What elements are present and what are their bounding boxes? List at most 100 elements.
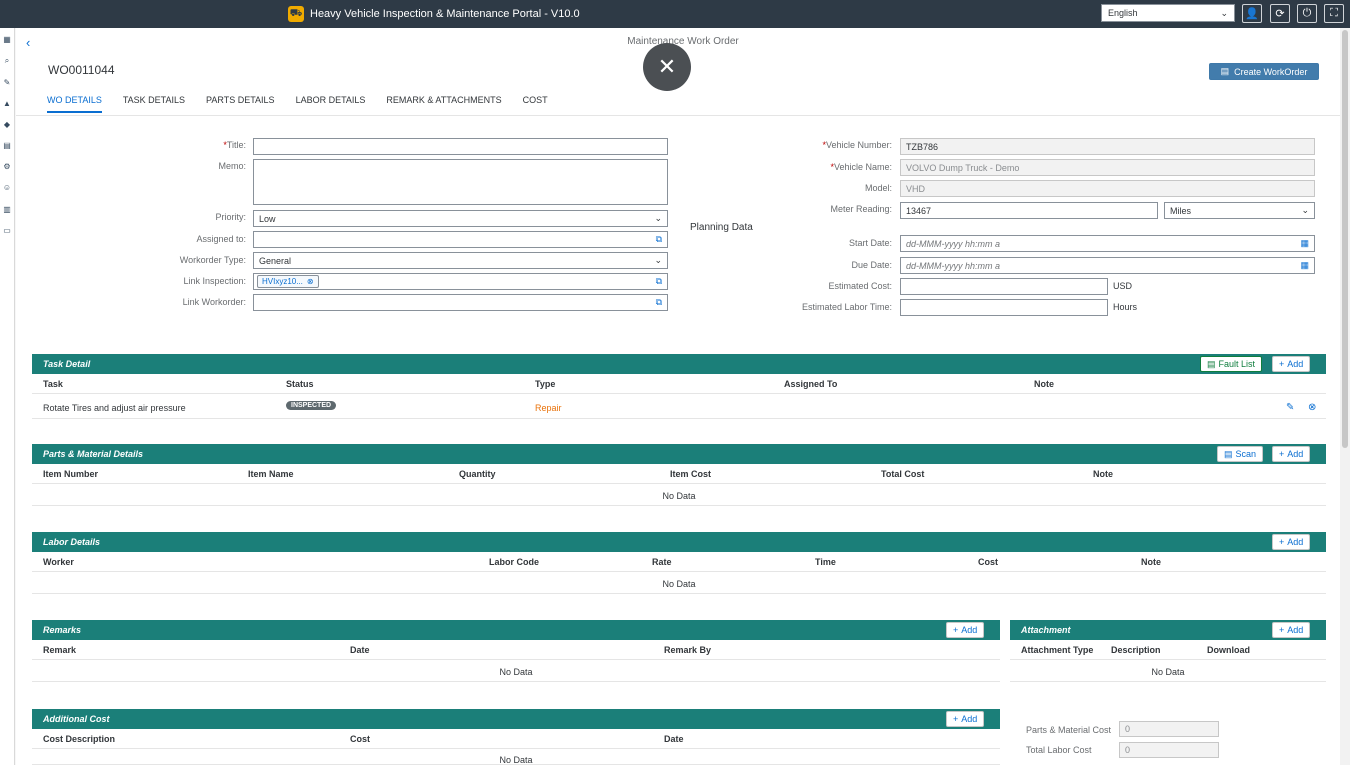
fault-list-label: Fault List	[1218, 359, 1256, 369]
vehicle-number-label: *Vehicle Number:	[736, 140, 892, 150]
column-header: Total Cost	[881, 469, 925, 479]
report-icon[interactable]: ▥	[2, 204, 12, 214]
search-icon[interactable]: ⌕	[2, 56, 12, 66]
meter-unit-select[interactable]: Miles ⌄	[1164, 202, 1315, 219]
start-date-label: Start Date:	[848, 238, 892, 248]
planning-data-title: Planning Data	[690, 222, 753, 233]
power-icon: ⏻	[1302, 7, 1312, 19]
parts-add-button[interactable]: + Add	[1272, 446, 1311, 462]
add-icon: +	[1279, 537, 1285, 547]
tab-task-details[interactable]: TASK DETAILS	[123, 95, 185, 115]
column-header: Worker	[43, 557, 74, 567]
document-icon[interactable]: ▭	[2, 225, 12, 235]
link-workorder-label: Link Workorder:	[182, 297, 246, 307]
refresh-button[interactable]: ⟳	[1270, 4, 1290, 23]
remarks-add-button[interactable]: + Add	[946, 622, 985, 638]
priority-select[interactable]: Low ⌄	[253, 210, 668, 227]
value-help-icon[interactable]: ⧉	[656, 234, 662, 245]
vertical-scrollbar[interactable]	[1340, 28, 1350, 765]
scan-label: Scan	[1235, 449, 1257, 459]
exit-fullscreen-button[interactable]: ⛶	[1324, 4, 1344, 23]
inspection-token-text: HVIxyz10...	[262, 277, 303, 286]
settings-icon[interactable]: ⚙	[2, 161, 12, 171]
chevron-down-icon: ⌄	[1220, 7, 1228, 18]
parts-cost-label: Parts & Material Cost	[1026, 725, 1112, 735]
column-header: Type	[535, 379, 556, 389]
estimated-labor-label: Estimated Labor Time:	[801, 302, 892, 312]
attachment-title: Attachment	[1021, 625, 1071, 635]
warning-icon[interactable]: ▲	[2, 98, 12, 108]
create-workorder-button[interactable]: ▤ Create WorkOrder	[1209, 63, 1319, 80]
app-title: ⛟ Heavy Vehicle Inspection & Maintenance…	[288, 5, 580, 23]
memo-textarea[interactable]	[253, 159, 668, 205]
column-header: Download	[1207, 645, 1250, 655]
tab-wo-details[interactable]: WO DETAILS	[47, 95, 102, 115]
start-date-input[interactable]: dd-MMM-yyyy hh:mm a ▦	[900, 235, 1315, 252]
person-icon[interactable]: ☺	[2, 182, 12, 192]
status-badge: INSPECTED	[286, 401, 337, 410]
link-workorder-input[interactable]: ⧉	[253, 294, 668, 311]
no-data-text: No Data	[1151, 667, 1185, 677]
column-header: Item Number	[43, 469, 99, 479]
labor-cost-field: 0	[1119, 742, 1219, 758]
inspection-token[interactable]: HVIxyz10... ⊗	[257, 275, 319, 288]
tab-remark-attachments[interactable]: REMARK & ATTACHMENTS	[386, 95, 501, 115]
table-row: No Data	[32, 574, 1326, 594]
estimated-labor-unit: Hours	[1113, 302, 1138, 312]
language-value: English	[1108, 8, 1138, 18]
task-add-button[interactable]: + Add	[1272, 356, 1311, 372]
value-help-icon[interactable]: ⧉	[656, 297, 662, 308]
building-icon[interactable]: ▤	[2, 140, 12, 150]
meter-reading-input[interactable]: 13467	[900, 202, 1158, 219]
labor-add-label: Add	[1287, 537, 1304, 547]
dashboard-icon[interactable]: ▦	[2, 34, 12, 44]
token-remove-icon[interactable]: ⊗	[307, 277, 314, 286]
tab-cost[interactable]: COST	[523, 95, 548, 115]
additional-cost-title: Additional Cost	[43, 714, 110, 724]
workorder-type-select[interactable]: General ⌄	[253, 252, 668, 269]
scrollbar-thumb[interactable]	[1342, 30, 1348, 448]
model-field: VHD	[900, 180, 1315, 197]
assigned-label: Assigned to:	[196, 234, 246, 244]
due-date-input[interactable]: dd-MMM-yyyy hh:mm a ▦	[900, 257, 1315, 274]
tab-labor-details[interactable]: LABOR DETAILS	[296, 95, 366, 115]
no-data-text: No Data	[662, 491, 696, 501]
title-input[interactable]	[253, 138, 668, 155]
parts-table-header: Item Number Item Name Quantity Item Cost…	[32, 464, 1326, 484]
calendar-icon[interactable]: ▦	[1300, 238, 1309, 249]
start-date-placeholder: dd-MMM-yyyy hh:mm a	[906, 238, 1001, 249]
close-button[interactable]: ✕	[643, 43, 691, 91]
additional-cost-add-button[interactable]: + Add	[946, 711, 985, 727]
additional-cost-add-label: Add	[961, 714, 978, 724]
attachment-header: Attachment + Add	[1010, 620, 1326, 640]
tag-icon[interactable]: ◆	[2, 119, 12, 129]
link-inspection-label: Link Inspection:	[183, 276, 246, 286]
column-header: Cost	[350, 734, 370, 744]
edit-icon[interactable]: ✎	[1286, 402, 1294, 413]
shell-bar: ⛟ Heavy Vehicle Inspection & Maintenance…	[0, 0, 1350, 28]
calendar-icon[interactable]: ▦	[1300, 260, 1309, 271]
scan-button[interactable]: ▤ Scan	[1217, 446, 1264, 462]
estimated-labor-input[interactable]	[900, 299, 1108, 316]
due-date-placeholder: dd-MMM-yyyy hh:mm a	[906, 260, 1001, 271]
value-help-icon[interactable]: ⧉	[656, 276, 662, 287]
tab-parts-details[interactable]: PARTS DETAILS	[206, 95, 275, 115]
user-button[interactable]: 👤	[1242, 4, 1262, 23]
labor-add-button[interactable]: + Add	[1272, 534, 1311, 550]
column-header: Item Cost	[670, 469, 712, 479]
column-header: Date	[350, 645, 370, 655]
refresh-icon: ⟳	[1275, 8, 1285, 20]
tabs-divider	[16, 115, 1350, 116]
delete-icon[interactable]: ⊗	[1308, 402, 1316, 413]
table-row[interactable]: Rotate Tires and adjust air pressure INS…	[32, 396, 1326, 419]
assigned-input[interactable]: ⧉	[253, 231, 668, 248]
fault-list-button[interactable]: ▤ Fault List	[1200, 356, 1263, 372]
estimated-cost-input[interactable]	[900, 278, 1108, 295]
wrench-icon[interactable]: ✎	[2, 77, 12, 87]
labor-cost-label: Total Labor Cost	[1026, 745, 1092, 755]
attachment-add-button[interactable]: + Add	[1272, 622, 1311, 638]
language-select[interactable]: English ⌄	[1101, 4, 1235, 22]
power-button[interactable]: ⏻	[1297, 4, 1317, 23]
column-header: Note	[1093, 469, 1113, 479]
link-inspection-input[interactable]: HVIxyz10... ⊗ ⧉	[253, 273, 668, 290]
